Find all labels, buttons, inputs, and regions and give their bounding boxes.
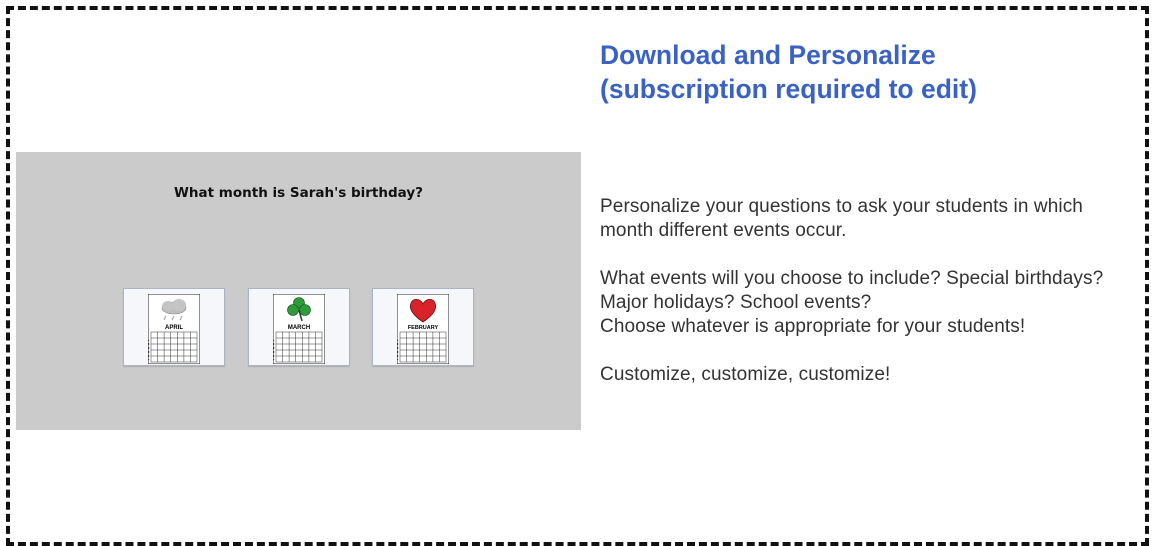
svg-text:MARCH: MARCH <box>288 325 310 331</box>
answer-card-april[interactable]: APRIL <box>123 288 225 366</box>
svg-text:FEBRUARY: FEBRUARY <box>408 325 439 331</box>
question-text: What month is Sarah's birthday? <box>174 185 423 201</box>
section-heading: Download and Personalize (subscription r… <box>600 38 977 106</box>
svg-text:APRIL: APRIL <box>165 325 183 331</box>
description-paragraph-2b: Choose whatever is appropriate for your … <box>600 316 1026 337</box>
description-paragraph-2a: What events will you choose to include? … <box>600 268 1104 313</box>
description-paragraph-1: Personalize your questions to ask your s… <box>600 196 1083 241</box>
calendar-icon: FEBRUARY <box>397 294 449 364</box>
description-text: Personalize your questions to ask your s… <box>600 195 1120 411</box>
answer-card-february[interactable]: FEBRUARY <box>372 288 474 366</box>
calendar-icon: APRIL <box>148 294 200 364</box>
heading-line-2: (subscription required to edit) <box>600 74 977 104</box>
description-paragraph-3: Customize, customize, customize! <box>600 364 891 385</box>
activity-preview: What month is Sarah's birthday? APRIL MA… <box>16 152 581 430</box>
heading-line-1: Download and Personalize <box>600 40 936 70</box>
calendar-icon: MARCH <box>273 294 325 364</box>
answer-card-march[interactable]: MARCH <box>248 288 350 366</box>
